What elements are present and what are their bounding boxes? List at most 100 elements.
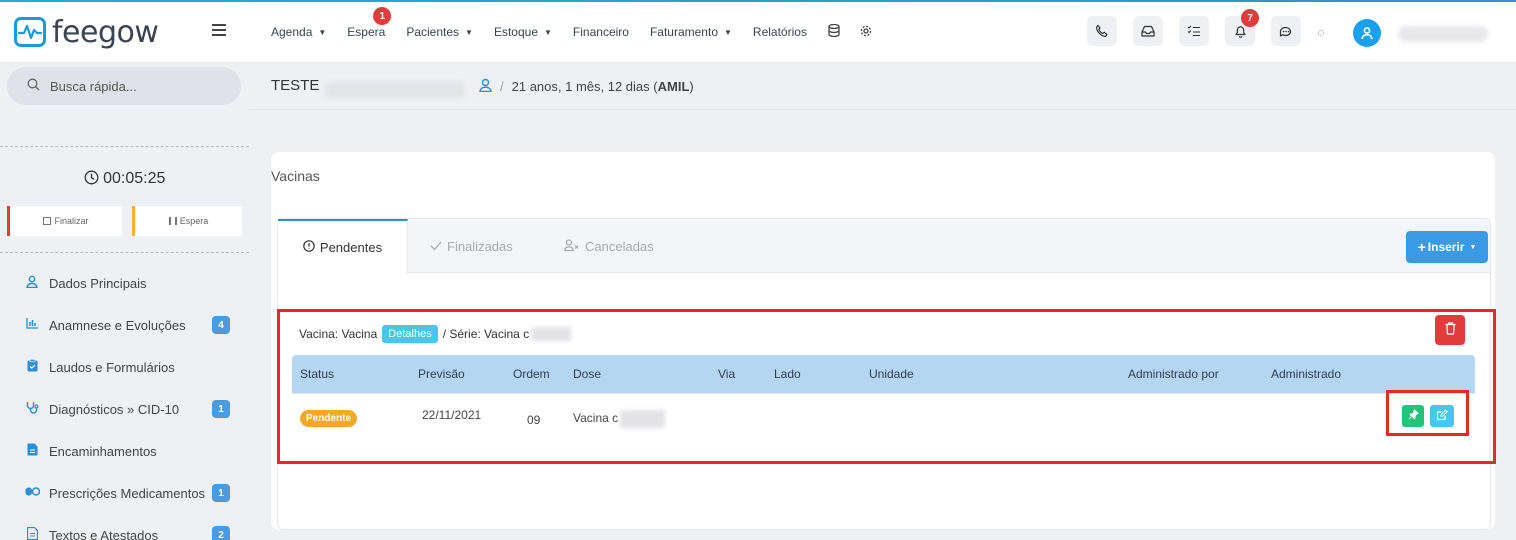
gear-icon[interactable]	[860, 25, 872, 40]
database-icon[interactable]	[828, 23, 840, 40]
th-dose: Dose	[573, 367, 602, 381]
sidebar-item-label: Dados Principais	[49, 275, 147, 291]
sidebar-item-diagnosticos[interactable]: Diagnósticos » CID-10 1	[0, 388, 249, 430]
bell-icon[interactable]: 7	[1225, 9, 1259, 46]
hamburger-menu-icon[interactable]	[212, 24, 226, 36]
caret-down-icon: ▼	[1469, 243, 1477, 251]
patient-age-suffix: )	[689, 79, 694, 94]
sidebar-item-laudos[interactable]: Laudos e Formulários	[0, 346, 249, 388]
patient-name: TESTE	[271, 77, 320, 94]
divider	[0, 252, 249, 253]
top-header: feegow Agenda ▼ Espera 1 Pacientes ▼ Estoqu…	[0, 2, 1516, 62]
user-name-redacted	[1398, 26, 1488, 42]
sidebar-item-label: Anamnese e Evoluções	[49, 317, 186, 333]
clipboard-icon	[25, 359, 39, 375]
nav-pacientes-label: Pacientes	[406, 25, 460, 39]
count-badge: 2	[212, 526, 230, 540]
logo-mark-icon	[14, 17, 46, 47]
vaccine-title: Vacina: Vacina Detalhes / Série: Vacina …	[299, 325, 572, 343]
vaccine-name: Vacina: Vacina	[299, 327, 378, 341]
patient-age: 21 anos, 1 mês, 12 dias (	[511, 79, 658, 94]
search-input[interactable]: Busca rápida...	[7, 67, 241, 105]
nav-financeiro[interactable]: Financeiro	[573, 25, 629, 39]
plus-icon: +	[1417, 239, 1426, 255]
nav-espera[interactable]: Espera 1	[347, 7, 392, 39]
trash-icon	[1445, 322, 1456, 338]
separator: /	[500, 79, 504, 94]
sidebar-menu: Dados Principais Anamnese e Evoluções 4 …	[0, 262, 249, 540]
patient-info: / 21 anos, 1 mês, 12 dias (AMIL)	[479, 78, 694, 95]
user-avatar[interactable]	[1353, 19, 1381, 47]
user-x-icon	[564, 238, 580, 254]
pin-icon	[1408, 409, 1419, 423]
tab-canceladas[interactable]: Canceladas	[564, 219, 654, 273]
finalizar-button[interactable]: Finalizar	[7, 206, 122, 236]
nav-financeiro-label: Financeiro	[572, 25, 629, 39]
sidebar-item-label: Diagnósticos » CID-10	[49, 401, 180, 417]
patient-insurance: AMIL	[657, 79, 690, 94]
nav-estoque[interactable]: Estoque ▼	[494, 25, 552, 39]
caret-down-icon: ▼	[465, 27, 473, 37]
td-ordem: 09	[527, 413, 541, 427]
sidebar-item-dados-principais[interactable]: Dados Principais	[0, 262, 249, 304]
user-icon	[25, 275, 39, 291]
apply-button[interactable]	[1402, 405, 1424, 427]
nav-faturamento[interactable]: Faturamento ▼	[650, 25, 732, 39]
sidebar-item-label: Laudos e Formulários	[49, 359, 175, 375]
inserir-button[interactable]: + Inserir ▼	[1406, 231, 1488, 263]
delete-button[interactable]	[1435, 315, 1465, 345]
nav-agenda[interactable]: Agenda ▼	[271, 25, 326, 39]
espera-button[interactable]: Espera	[132, 206, 242, 236]
caret-down-icon: ▼	[318, 27, 327, 37]
count-badge: 1	[212, 400, 230, 418]
tab-finalizadas[interactable]: Finalizadas	[430, 219, 513, 273]
th-ordem: Ordem	[513, 367, 550, 381]
status-badge: Pendente	[300, 410, 358, 427]
dose-value: Vacina c	[573, 411, 619, 426]
inbox-icon[interactable]	[1133, 16, 1163, 46]
edit-button[interactable]	[1430, 405, 1454, 427]
user-icon	[1361, 27, 1373, 40]
sidebar-item-encaminhamentos[interactable]: Encaminhamentos	[0, 430, 249, 472]
card-title: Vacinas	[271, 168, 320, 184]
search-placeholder: Busca rápida...	[50, 78, 137, 94]
pills-icon	[25, 486, 41, 500]
patient-bar: TESTE / 21 anos, 1 mês, 12 dias (AMIL)	[249, 62, 1516, 110]
detalhes-button[interactable]: Detalhes	[382, 325, 438, 343]
sidebar-item-label: Prescrições Medicamentos	[49, 485, 206, 501]
logo[interactable]: feegow	[14, 12, 159, 52]
consult-timer: 00:05:25	[0, 170, 249, 188]
nav-pacientes[interactable]: Pacientes ▼	[406, 25, 473, 39]
vaccine-table-header: Status Previsão Ordem Dose Via Lado Unid…	[292, 355, 1475, 393]
sidebar-item-label: Encaminhamentos	[49, 443, 157, 459]
stethoscope-icon	[25, 401, 39, 417]
espera-badge: 1	[373, 7, 392, 25]
user-icon[interactable]	[479, 78, 492, 95]
nav-faturamento-label: Faturamento	[649, 25, 718, 39]
nav-relatorios-label: Relatórios	[752, 25, 807, 39]
th-administrado: Administrado	[1271, 367, 1342, 381]
nav-agenda-label: Agenda	[271, 25, 313, 39]
th-lado: Lado	[774, 367, 801, 381]
phone-icon[interactable]	[1087, 16, 1117, 46]
pause-icon	[168, 217, 177, 225]
checklist-icon[interactable]	[1179, 16, 1209, 46]
nav-espera-label: Espera	[347, 25, 386, 39]
tab-label: Canceladas	[585, 238, 654, 254]
tab-pendentes[interactable]: Pendentes	[278, 219, 408, 274]
serie-redacted	[531, 327, 572, 341]
nav-relatorios[interactable]: Relatórios	[753, 25, 807, 39]
chat-icon[interactable]	[1271, 16, 1301, 46]
patient-name-redacted	[325, 82, 465, 98]
status-dot	[1318, 30, 1324, 36]
main-nav: Agenda ▼ Espera 1 Pacientes ▼ Estoque ▼ Fina…	[271, 2, 892, 62]
dose-redacted	[620, 410, 666, 428]
th-status: Status	[300, 367, 335, 381]
td-previsao: 22/11/2021	[422, 408, 482, 422]
sidebar-item-anamnese[interactable]: Anamnese e Evoluções 4	[0, 304, 249, 346]
th-unidade: Unidade	[869, 367, 914, 381]
notifications-badge: 7	[1241, 9, 1259, 27]
sidebar-item-textos[interactable]: Textos e Atestados 2	[0, 514, 249, 540]
espera-label: Espera	[179, 216, 209, 226]
sidebar-item-prescricoes[interactable]: Prescrições Medicamentos 1	[0, 472, 249, 514]
